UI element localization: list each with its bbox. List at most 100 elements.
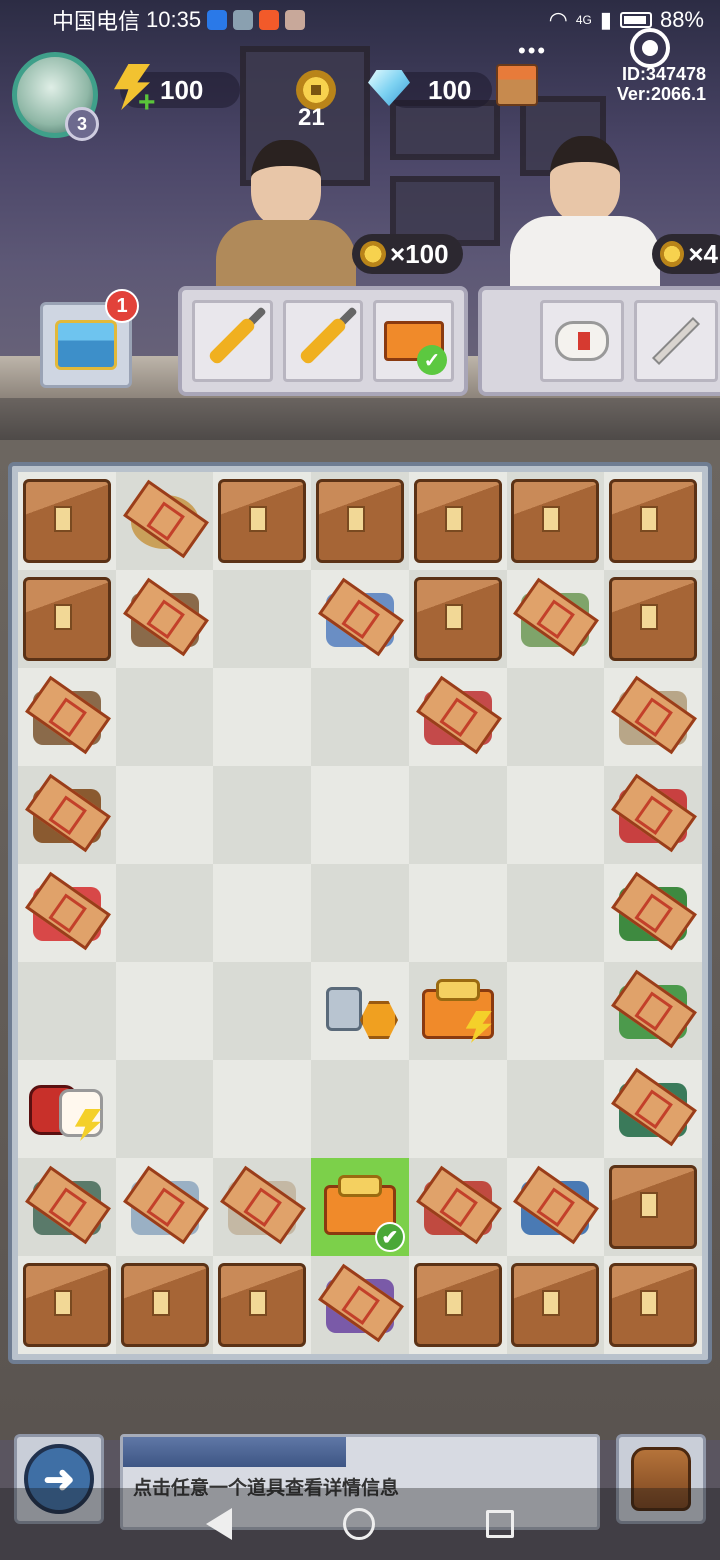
board-cell[interactable] (115, 1256, 214, 1354)
board-cell[interactable] (506, 570, 605, 668)
order-panel-2[interactable] (478, 286, 720, 396)
board-cell[interactable] (408, 962, 507, 1060)
board-cell[interactable] (506, 472, 605, 570)
board-cell[interactable] (506, 1256, 605, 1354)
board-cell[interactable] (213, 864, 312, 962)
board-grid[interactable]: ✔ (18, 472, 702, 1354)
order-item-slot[interactable] (192, 300, 273, 382)
app-notification-icon (259, 10, 280, 30)
board-cell[interactable] (311, 1256, 409, 1354)
record-button[interactable] (630, 28, 670, 68)
board-cell[interactable] (18, 766, 116, 864)
chest-notification-badge: 1 (105, 289, 139, 323)
board-cell[interactable] (408, 1158, 507, 1256)
network-type: 4G (575, 13, 592, 27)
board-cell[interactable] (506, 962, 605, 1060)
board-cell[interactable] (115, 472, 214, 570)
board-cell[interactable] (213, 962, 312, 1060)
board-cell[interactable] (311, 472, 409, 570)
board-cell[interactable] (408, 1060, 507, 1158)
board-cell[interactable] (115, 864, 214, 962)
character-left[interactable] (216, 140, 356, 310)
board-cell[interactable] (115, 668, 214, 766)
board-cell[interactable] (506, 1060, 605, 1158)
wrapped-rope-icon (24, 773, 111, 855)
treasure-chest-button[interactable]: 1 (40, 289, 139, 388)
cardboard-box-icon (22, 479, 111, 563)
board-cell[interactable] (115, 1060, 214, 1158)
cotton-swab-icon (654, 319, 698, 363)
more-dots-icon[interactable]: ••• (518, 38, 547, 64)
merge-board[interactable]: ✔ (8, 462, 712, 1364)
board-cell[interactable] (213, 570, 312, 668)
board-cell[interactable] (408, 864, 507, 962)
board-cell[interactable] (506, 1158, 605, 1256)
board-cell[interactable] (18, 570, 116, 668)
board-cell[interactable] (506, 864, 605, 962)
board-cell[interactable] (18, 1158, 116, 1256)
board-cell[interactable] (408, 472, 507, 570)
order-item-slot[interactable] (540, 300, 624, 382)
energy-plus-icon[interactable]: + (138, 86, 156, 120)
board-cell[interactable] (115, 766, 214, 864)
board-cell[interactable] (18, 864, 116, 962)
board-cell[interactable] (604, 1158, 702, 1256)
energy-counter[interactable]: + 100 (114, 64, 240, 119)
board-cell[interactable] (213, 1256, 312, 1354)
player-avatar[interactable]: 3 (12, 52, 99, 141)
coin-wrapped-icon (122, 479, 209, 561)
board-cell[interactable] (311, 962, 409, 1060)
board-cell[interactable] (408, 766, 507, 864)
nav-recents-icon[interactable] (486, 1510, 515, 1538)
board-cell[interactable] (506, 668, 605, 766)
board-cell[interactable] (408, 668, 507, 766)
board-cell[interactable] (213, 766, 312, 864)
wrapped-slippers-icon (318, 577, 404, 659)
board-cell[interactable] (408, 570, 507, 668)
order-panel-1[interactable]: ✓ (178, 286, 468, 396)
board-cell[interactable]: ✔ (311, 1158, 409, 1256)
board-cell[interactable] (604, 962, 702, 1060)
board-cell[interactable] (18, 472, 116, 570)
order-complete-check-icon: ✓ (417, 345, 448, 375)
shop-icon[interactable] (496, 64, 538, 106)
board-cell[interactable] (604, 472, 702, 570)
wrapped-pliers-icon (513, 577, 600, 659)
board-cell[interactable] (311, 668, 409, 766)
wrapped-lunchbox-icon (611, 773, 698, 855)
board-cell[interactable] (408, 1256, 507, 1354)
board-cell[interactable] (18, 1256, 116, 1354)
character-right[interactable] (510, 136, 660, 306)
coin-icon (660, 241, 685, 267)
board-cell[interactable] (213, 1060, 312, 1158)
board-cell[interactable] (311, 1060, 409, 1158)
board-cell[interactable] (18, 1060, 116, 1158)
order-item-slot[interactable] (282, 300, 364, 382)
board-cell[interactable] (18, 668, 116, 766)
board-cell[interactable] (604, 1060, 702, 1158)
board-cell[interactable] (115, 1158, 214, 1256)
board-cell[interactable] (311, 864, 409, 962)
order-item-slot[interactable]: ✓ (373, 300, 455, 382)
cardboard-box-icon (609, 1263, 698, 1347)
board-cell[interactable] (506, 766, 605, 864)
board-cell[interactable] (18, 962, 116, 1060)
board-cell[interactable] (311, 570, 409, 668)
shelf-front (0, 398, 720, 440)
board-cell[interactable] (213, 1158, 312, 1256)
board-cell[interactable] (115, 962, 214, 1060)
order-item-slot[interactable] (634, 300, 718, 382)
board-cell[interactable] (213, 472, 312, 570)
board-cell[interactable] (213, 668, 312, 766)
board-cell[interactable] (604, 864, 702, 962)
signal-icon: ▮ (599, 7, 612, 32)
board-cell[interactable] (604, 570, 702, 668)
nav-back-icon[interactable] (205, 1508, 232, 1540)
player-id: ID:347478 (621, 64, 706, 84)
board-cell[interactable] (604, 1256, 702, 1354)
nav-home-icon[interactable] (342, 1508, 375, 1540)
board-cell[interactable] (604, 766, 702, 864)
board-cell[interactable] (604, 668, 702, 766)
board-cell[interactable] (115, 570, 214, 668)
board-cell[interactable] (311, 766, 409, 864)
